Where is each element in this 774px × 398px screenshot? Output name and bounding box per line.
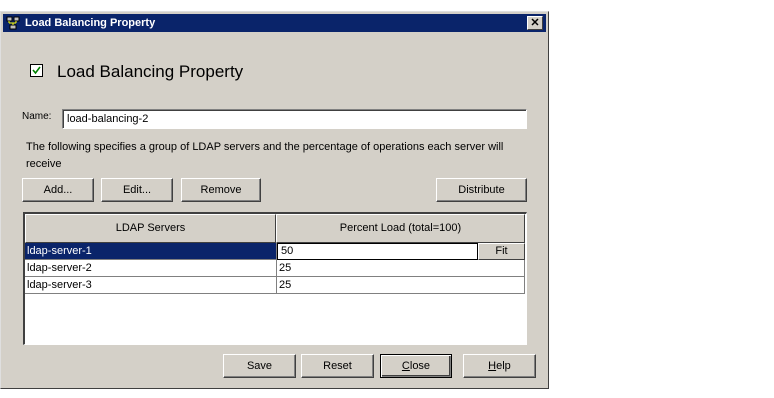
close-window-button[interactable]: ✕ bbox=[527, 16, 543, 30]
save-button[interactable]: Save bbox=[223, 354, 296, 378]
page-title: Load Balancing Property bbox=[57, 62, 244, 81]
fit-button[interactable]: Fit bbox=[478, 243, 525, 260]
checkmark-icon bbox=[32, 66, 41, 75]
name-field[interactable]: load-balancing-2 bbox=[62, 109, 527, 129]
table-row[interactable]: ldap-server-1 50 Fit bbox=[25, 243, 525, 260]
percent-cell[interactable]: 25 bbox=[277, 277, 525, 294]
remove-button[interactable]: Remove bbox=[181, 178, 261, 202]
close-label-rest: lose bbox=[409, 360, 431, 372]
close-icon: ✕ bbox=[530, 17, 540, 29]
add-button[interactable]: Add... bbox=[22, 178, 94, 202]
title-bar[interactable]: Load Balancing Property ✕ bbox=[3, 14, 546, 32]
reset-button[interactable]: Reset bbox=[301, 354, 374, 378]
percent-cell[interactable]: 25 bbox=[277, 260, 525, 277]
close-mnemonic: C bbox=[401, 360, 410, 372]
close-button[interactable]: Close bbox=[380, 354, 452, 378]
server-cell[interactable]: ldap-server-3 bbox=[25, 277, 277, 294]
server-cell[interactable]: ldap-server-1 bbox=[25, 243, 277, 260]
help-label-rest: elp bbox=[496, 360, 511, 372]
description-text: The following specifies a group of LDAP … bbox=[26, 141, 504, 170]
edit-button[interactable]: Edit... bbox=[101, 178, 173, 202]
server-cell[interactable]: ldap-server-2 bbox=[25, 260, 277, 277]
help-button[interactable]: Help bbox=[463, 354, 536, 378]
name-label: Name: bbox=[22, 111, 52, 122]
column-header-percent-load[interactable]: Percent Load (total=100) bbox=[276, 214, 525, 243]
table-row[interactable]: ldap-server-3 25 bbox=[25, 277, 525, 294]
enable-load-balancing-checkbox[interactable] bbox=[30, 64, 43, 77]
column-header-ldap-servers[interactable]: LDAP Servers bbox=[25, 214, 276, 243]
ldap-servers-table[interactable]: LDAP Servers Percent Load (total=100) ld… bbox=[23, 212, 527, 345]
window-title: Load Balancing Property bbox=[25, 17, 156, 29]
help-mnemonic: H bbox=[488, 360, 497, 372]
percent-edit-field[interactable]: 50 bbox=[277, 243, 478, 260]
distribute-button[interactable]: Distribute bbox=[436, 178, 527, 202]
table-row[interactable]: ldap-server-2 25 bbox=[25, 260, 525, 277]
load-balancing-dialog: Load Balancing Property ✕ Load Balancing… bbox=[0, 11, 549, 389]
network-servers-icon bbox=[6, 16, 20, 30]
